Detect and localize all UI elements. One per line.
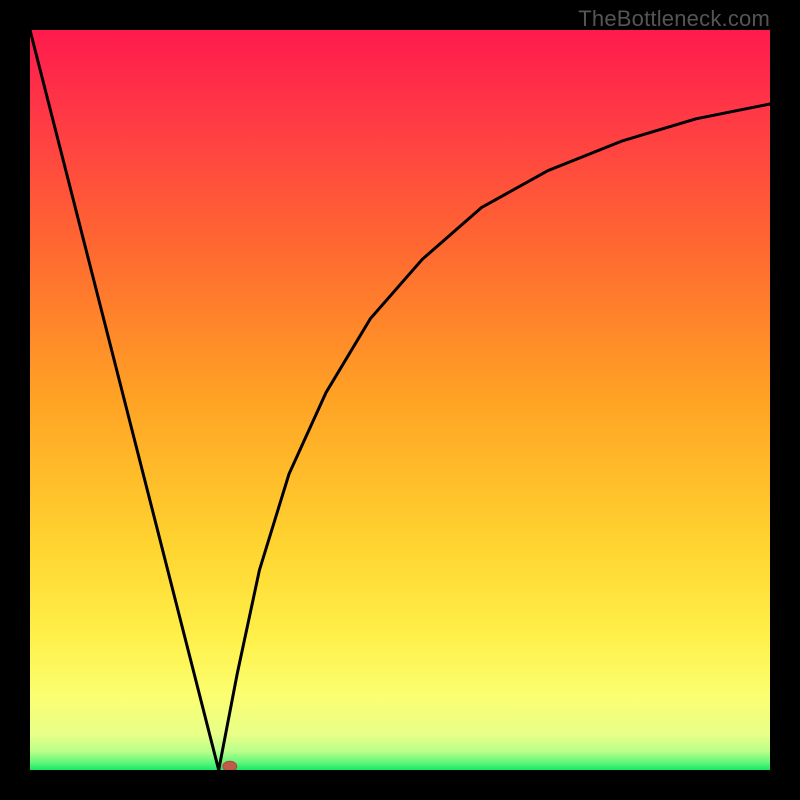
optimal-point-marker [223, 761, 237, 770]
watermark-text: TheBottleneck.com [578, 6, 770, 32]
bottleneck-chart [30, 30, 770, 770]
gradient-background [30, 30, 770, 770]
chart-frame [30, 30, 770, 770]
